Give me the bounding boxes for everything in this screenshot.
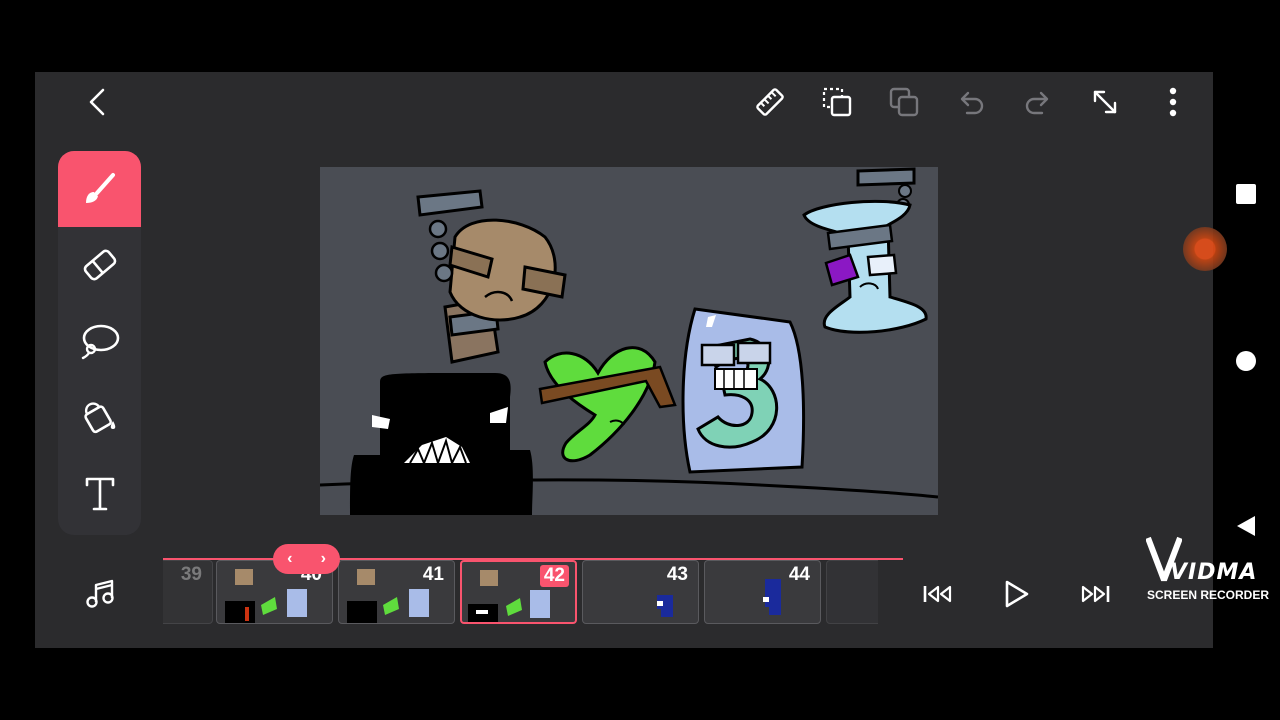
watermark: VIDMA SCREEN RECORDER: [1140, 536, 1270, 606]
frame-thumbnail[interactable]: 39: [163, 560, 213, 624]
prev-frame-button[interactable]: ‹: [287, 550, 292, 568]
animation-app: 39 40 41 42 43 44 ‹ ›: [35, 72, 1213, 648]
brush-tool[interactable]: [58, 151, 141, 227]
frame-timeline[interactable]: 39 40 41 42 43 44: [163, 558, 878, 628]
play-icon[interactable]: [994, 572, 1038, 616]
frame-thumbnail[interactable]: 43: [582, 560, 699, 624]
eraser-tool[interactable]: [58, 227, 141, 303]
watermark-subtitle: SCREEN RECORDER: [1147, 588, 1270, 602]
frame-thumbnail[interactable]: 44: [704, 560, 821, 624]
redo-icon[interactable]: [1016, 80, 1060, 124]
frame-number: 44: [788, 564, 810, 585]
home-icon[interactable]: [1230, 345, 1262, 377]
frame-number: 39: [180, 564, 202, 585]
fill-tool[interactable]: [58, 379, 141, 455]
watermark-title: VIDMA: [1170, 560, 1258, 585]
frame-thumbnail[interactable]: 41: [338, 560, 455, 624]
drawing-canvas[interactable]: [320, 167, 938, 515]
frame-number: 43: [666, 564, 688, 585]
blue-character-drawing: [681, 307, 806, 474]
recorder-button[interactable]: [1183, 227, 1227, 271]
eraser-icon: [83, 249, 116, 281]
frame-thumbnail-current[interactable]: 42: [460, 560, 577, 624]
skip-forward-icon[interactable]: [1073, 572, 1117, 616]
fill-bucket-icon: [83, 402, 115, 434]
fullscreen-icon[interactable]: [1083, 80, 1127, 124]
ruler-icon[interactable]: [748, 80, 792, 124]
screen: 39 40 41 42 43 44 ‹ › VIDMA SCREEN RECOR…: [0, 0, 1280, 720]
music-icon[interactable]: [79, 572, 123, 616]
brush-icon: [85, 173, 115, 203]
text-tool[interactable]: [58, 455, 141, 531]
more-icon[interactable]: [1151, 80, 1195, 124]
lasso-tool[interactable]: [58, 303, 141, 379]
text-icon: [85, 477, 114, 511]
next-frame-button[interactable]: ›: [321, 550, 326, 568]
back-arrow-icon[interactable]: [75, 82, 119, 122]
frame-number: 41: [422, 564, 444, 585]
copy-select-icon[interactable]: [815, 80, 859, 124]
recent-apps-icon[interactable]: [1230, 178, 1262, 210]
lasso-icon: [81, 324, 119, 360]
frame-thumbnail[interactable]: [826, 560, 878, 624]
back-icon[interactable]: [1230, 510, 1262, 542]
duplicate-icon[interactable]: [882, 80, 926, 124]
undo-icon[interactable]: [949, 80, 993, 124]
frame-number: 42: [539, 565, 569, 587]
skip-back-icon[interactable]: [916, 572, 960, 616]
tool-panel: [58, 151, 141, 535]
frame-nav-pill[interactable]: ‹ ›: [273, 544, 340, 574]
